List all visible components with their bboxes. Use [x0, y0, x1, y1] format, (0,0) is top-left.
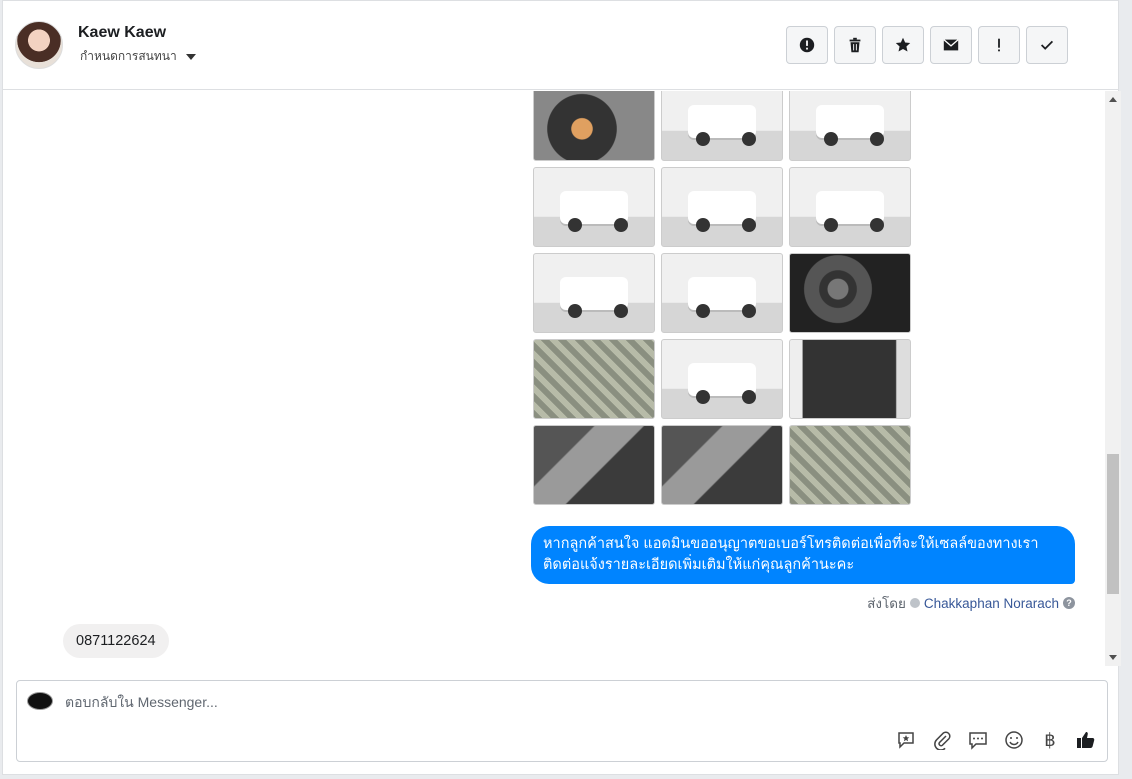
scrollbar-thumb[interactable] [1107, 454, 1119, 594]
envelope-icon [943, 39, 959, 51]
avatar[interactable] [15, 21, 63, 69]
follow-up-button[interactable] [978, 26, 1020, 64]
truck-shape [688, 105, 756, 146]
help-icon[interactable]: ? [1063, 597, 1075, 609]
photo-thumbnail-dashboard-gauges[interactable] [789, 253, 911, 333]
truck-shape [688, 191, 756, 232]
trash-icon [849, 37, 861, 53]
saved-reply-button[interactable] [895, 729, 917, 751]
incoming-message-bubble[interactable]: 0871122624 [63, 624, 169, 658]
payment-button[interactable]: ฿ [1039, 729, 1061, 751]
photo-thumbnail-gear-shift[interactable] [533, 339, 655, 419]
truck-shape [688, 363, 756, 404]
photo-thumbnail-truck-rear[interactable] [533, 253, 655, 333]
truck-shape [688, 277, 756, 318]
photo-thumbnail-truck-side[interactable] [661, 253, 783, 333]
mark-done-button[interactable] [1026, 26, 1068, 64]
photo-thumbnail-steering-wheel[interactable] [661, 425, 783, 505]
like-button[interactable] [1075, 729, 1097, 751]
truck-shape [816, 191, 884, 232]
delete-button[interactable] [834, 26, 876, 64]
truck-shape [560, 191, 628, 232]
photo-thumbnail-truck-front[interactable] [789, 167, 911, 247]
contact-name[interactable]: Kaew Kaew [78, 24, 166, 42]
photo-thumbnail-truck-front[interactable] [661, 91, 783, 161]
sender-check-icon [909, 598, 920, 608]
photo-thumbnail-truck-rear[interactable] [789, 91, 911, 161]
message-thread[interactable]: หากลูกค้าสนใจ แอดมินขออนุญาตขอเบอร์โทรติ… [3, 91, 1103, 666]
truck-shape [560, 277, 628, 318]
chevron-down-icon [185, 53, 196, 60]
reply-composer: ฿ [16, 680, 1108, 762]
photo-thumbnail-dashboard[interactable] [533, 425, 655, 505]
attach-button[interactable] [931, 729, 953, 751]
emoji-button[interactable] [1003, 729, 1025, 751]
thread-scrollbar[interactable] [1105, 91, 1121, 666]
chat-bubble-icon [969, 732, 987, 750]
photo-thumbnail-door-panel[interactable] [789, 339, 911, 419]
scroll-up-arrow-icon[interactable] [1109, 97, 1117, 102]
photo-attachment-grid [533, 91, 911, 505]
star-icon [895, 37, 911, 52]
alert-circle-icon [799, 37, 815, 53]
scroll-down-arrow-icon[interactable] [1109, 655, 1117, 660]
mark-spam-button[interactable] [786, 26, 828, 64]
photo-thumbnail-truck-front[interactable] [661, 167, 783, 247]
smiley-icon [1005, 731, 1023, 749]
chat-bubble-button[interactable] [967, 729, 989, 751]
photo-thumbnail-truck-front[interactable] [661, 339, 783, 419]
header-actions [786, 26, 1068, 64]
assign-label: กำหนดการสนทนา [80, 49, 177, 63]
photo-thumbnail-truck-rear[interactable] [533, 167, 655, 247]
sent-by-label: ส่งโดย [867, 596, 906, 611]
reply-input[interactable] [65, 694, 665, 710]
mark-unread-button[interactable] [930, 26, 972, 64]
truck-shape [816, 105, 884, 146]
conversation-header: Kaew Kaew กำหนดการสนทนา [3, 1, 1118, 90]
checkmark-icon [1040, 40, 1054, 50]
photo-thumbnail-seats[interactable] [789, 425, 911, 505]
star-button[interactable] [882, 26, 924, 64]
messenger-window: Kaew Kaew กำหนดการสนทนา หากลูกค้าสนใจ แอ… [2, 0, 1121, 775]
sent-by-line: ส่งโดย Chakkaphan Norarach ? [867, 592, 1075, 614]
paperclip-icon [934, 731, 951, 750]
outgoing-message-bubble[interactable]: หากลูกค้าสนใจ แอดมินขออนุญาตขอเบอร์โทรติ… [531, 526, 1075, 584]
thumbs-up-icon [1077, 732, 1095, 748]
saved-reply-icon [898, 732, 914, 749]
assign-conversation-dropdown[interactable]: กำหนดการสนทนา [80, 47, 196, 66]
composer-tools: ฿ [895, 729, 1097, 751]
photo-thumbnail-engine[interactable] [533, 91, 655, 161]
page-logo-avatar [27, 692, 53, 710]
sender-name[interactable]: Chakkaphan Norarach [924, 596, 1059, 611]
exclamation-icon [998, 38, 1000, 52]
